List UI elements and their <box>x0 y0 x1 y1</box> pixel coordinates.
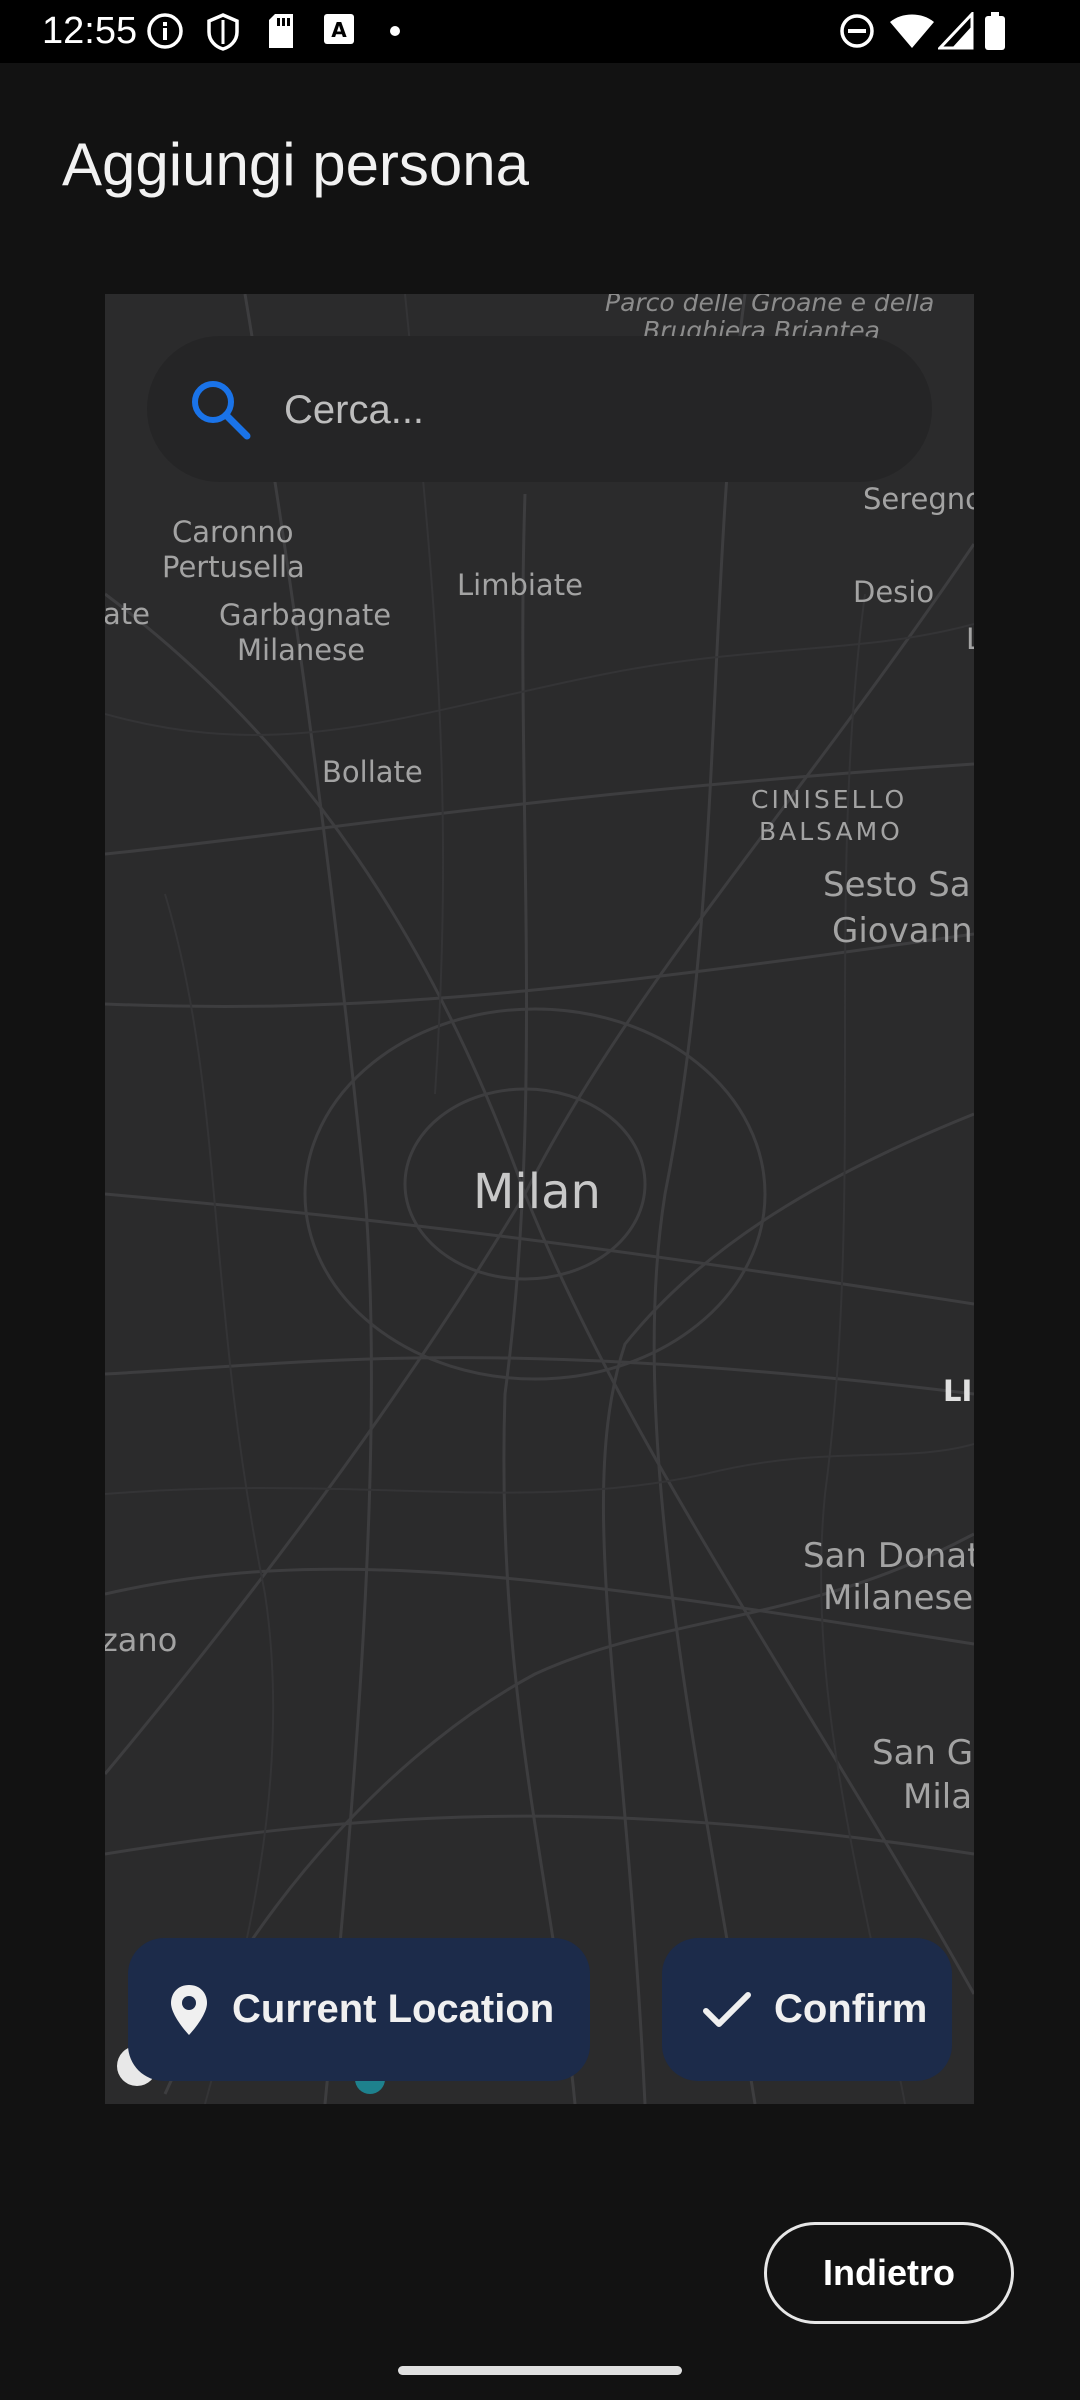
status-bar: 12:55 A <box>0 0 1080 63</box>
map-label-sesto: Sesto Sa <box>823 865 971 905</box>
map-label-san-g: San G <box>872 1733 974 1773</box>
map-view[interactable]: Parco delle Groane e della Brughiera Bri… <box>105 294 974 2104</box>
battery-icon <box>985 12 1005 50</box>
map-label-desio: Desio <box>853 575 935 609</box>
map-label-bollate: Bollate <box>322 755 423 789</box>
page-title: Aggiungi persona <box>62 131 530 198</box>
sd-card-icon <box>269 14 293 48</box>
map-label-sesto-giovanni: Giovann <box>832 911 973 951</box>
map-label-l-edge: L <box>966 622 974 656</box>
signal-icon <box>938 12 974 50</box>
map-label-milan: Milan <box>473 1164 601 1220</box>
status-time: 12:55 <box>42 10 138 52</box>
map-label-caronno: Caronno <box>172 515 294 549</box>
map-label-garbagnate-milanese: Milanese <box>237 633 366 667</box>
map-label-zano: zano <box>105 1621 178 1659</box>
current-location-button[interactable]: Current Location <box>128 1938 590 2081</box>
svg-text:A: A <box>331 18 347 42</box>
shield-icon <box>207 13 239 51</box>
back-button[interactable]: Indietro <box>764 2222 1014 2324</box>
font-a-icon: A <box>324 14 354 44</box>
do-not-disturb-icon <box>840 14 874 48</box>
checkmark-icon <box>703 1991 751 2027</box>
map-label-balsamo: BALSAMO <box>759 817 903 846</box>
search-bar[interactable] <box>147 336 932 482</box>
search-icon <box>192 381 251 440</box>
map-label-pertusella: Pertusella <box>162 550 305 584</box>
confirm-label: Confirm <box>774 1987 928 2031</box>
location-pin-icon <box>171 1984 207 2035</box>
home-indicator[interactable] <box>398 2366 682 2375</box>
dot-icon <box>390 26 400 36</box>
map-label-li-edge: LI <box>943 1374 973 1408</box>
confirm-button[interactable]: Confirm <box>662 1938 952 2081</box>
wifi-icon <box>890 14 934 48</box>
map-label-san-donato-milanese: Milanese <box>823 1578 974 1618</box>
map-label-limbiate: Limbiate <box>457 568 583 602</box>
search-input[interactable] <box>282 374 886 446</box>
map-label-san-donato: San Donat <box>803 1536 974 1576</box>
map-label-cinisello: CINISELLO <box>751 785 908 814</box>
map-label-ate: ate <box>105 597 150 631</box>
map-label-garbagnate: Garbagnate <box>219 598 392 632</box>
info-icon <box>147 13 183 49</box>
map-label-san-g-mila: Mila <box>903 1777 973 1817</box>
map-label-seregno: Seregno <box>863 482 974 516</box>
current-location-label: Current Location <box>232 1987 555 2031</box>
